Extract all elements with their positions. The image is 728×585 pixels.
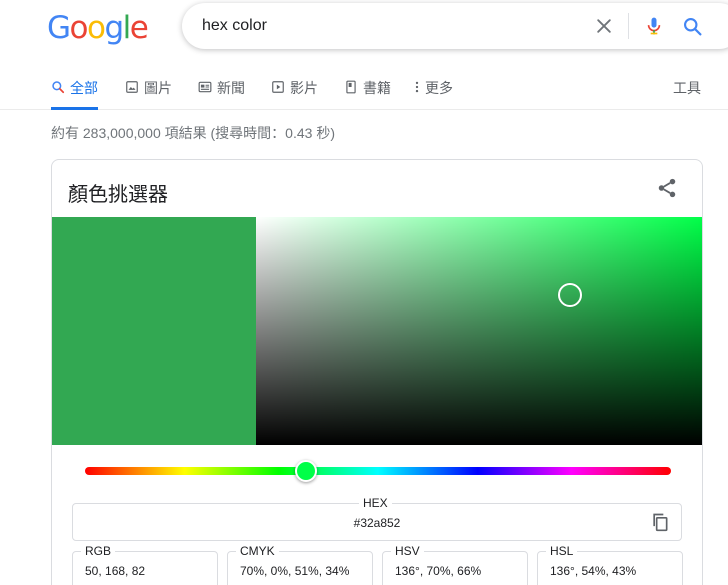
hsl-value[interactable]: 136°, 54%, 43% [550, 564, 636, 578]
cmyk-label: CMYK [236, 544, 279, 558]
selected-color-swatch [52, 217, 256, 445]
rgb-field[interactable]: RGB 50, 168, 82 [72, 544, 218, 585]
saturation-handle[interactable] [557, 282, 582, 307]
hex-value[interactable]: #32a852 [73, 516, 681, 530]
search-tabs: 全部 圖片 新聞 影片 書籍 更多 工具 [0, 70, 728, 110]
book-icon [346, 80, 356, 94]
search-box [182, 3, 728, 49]
search-input[interactable] [202, 15, 582, 37]
tab-news[interactable]: 新聞 [198, 78, 245, 110]
google-logo[interactable]: Google [47, 10, 149, 46]
tab-books[interactable]: 書籍 [344, 78, 391, 110]
search-icon[interactable] [682, 16, 703, 37]
hsl-label: HSL [546, 544, 578, 558]
share-icon[interactable] [656, 177, 678, 199]
tab-images[interactable]: 圖片 [125, 78, 172, 110]
rgb-label: RGB [81, 544, 116, 558]
search-icon [52, 81, 65, 94]
clear-icon[interactable] [594, 16, 614, 36]
hsv-field[interactable]: HSV 136°, 70%, 66% [382, 544, 528, 585]
hsl-field[interactable]: HSL 136°, 54%, 43% [537, 544, 683, 585]
tab-more[interactable]: 更多 [414, 78, 453, 110]
result-stats: 約有 283,000,000 項結果 (搜尋時間：0.43 秒) [51, 125, 335, 141]
hex-field[interactable]: HEX #32a852 [72, 496, 682, 541]
video-icon [272, 81, 284, 93]
rgb-value[interactable]: 50, 168, 82 [85, 564, 145, 578]
tools-button[interactable]: 工具 [673, 78, 701, 98]
image-icon [126, 81, 138, 93]
hsv-value[interactable]: 136°, 70%, 66% [395, 564, 481, 578]
copy-icon[interactable] [650, 512, 670, 532]
tab-videos[interactable]: 影片 [271, 78, 318, 110]
more-vert-icon [415, 81, 419, 93]
hex-label: HEX [359, 496, 392, 510]
hue-slider[interactable] [85, 467, 671, 475]
cmyk-field[interactable]: CMYK 70%, 0%, 51%, 34% [227, 544, 373, 585]
color-picker-card: 顏色挑選器 HEX #32a852 RGB 50, 168, 82 CMYK 7… [51, 159, 703, 585]
news-icon [198, 81, 212, 93]
hue-slider-handle[interactable] [295, 460, 318, 482]
microphone-icon[interactable] [644, 15, 664, 37]
saturation-value-field[interactable] [256, 217, 702, 445]
header: Google 全部 [0, 0, 728, 110]
hsv-label: HSV [391, 544, 424, 558]
card-title: 顏色挑選器 [68, 184, 168, 206]
search-divider [628, 13, 629, 39]
tab-all[interactable]: 全部 [51, 78, 98, 110]
cmyk-value[interactable]: 70%, 0%, 51%, 34% [240, 564, 349, 578]
